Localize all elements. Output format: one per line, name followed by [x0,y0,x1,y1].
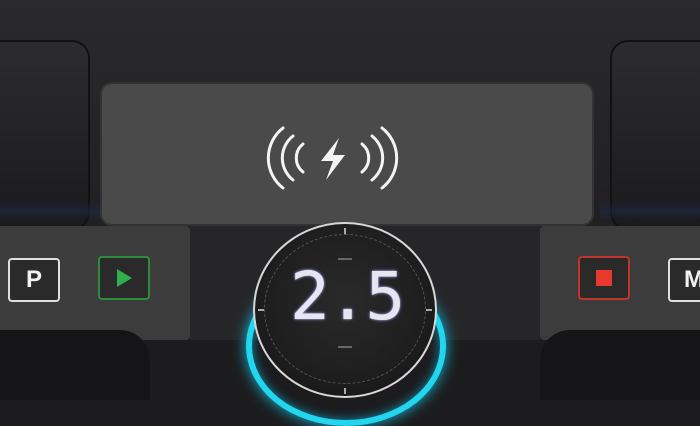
play-button[interactable] [98,256,150,300]
dial-tick-left [258,309,264,311]
dial-down-marker [338,346,352,348]
mode-button-label: M [684,266,700,293]
dial-tick-bottom [344,388,346,394]
stop-icon [596,270,612,286]
right-lower-housing [540,330,700,400]
wireless-charging-icon [266,126,399,190]
left-rail-glow [0,200,100,220]
stop-button[interactable] [578,256,630,300]
left-lower-housing [0,330,150,400]
play-icon [116,269,132,287]
right-rail-glow [600,200,700,220]
speed-display: 2.5 [290,258,405,335]
park-button-label: P [25,266,42,293]
dial-tick-right [426,309,432,311]
dial-tick-top [344,228,346,234]
park-button[interactable]: P [8,258,60,302]
mode-button[interactable]: M [668,258,700,302]
